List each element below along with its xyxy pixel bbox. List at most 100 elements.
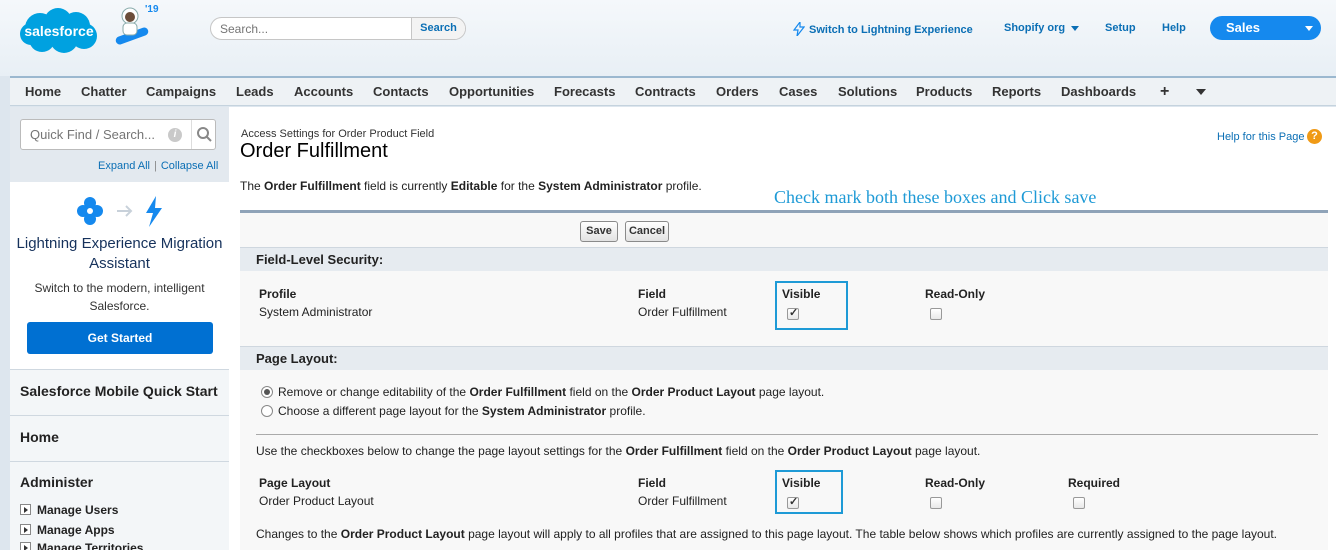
- mascot-badge: '19: [145, 4, 159, 15]
- visible-highlight-box: [775, 281, 848, 330]
- sidebar-item-label: Manage Apps: [37, 523, 115, 537]
- org-menu[interactable]: Shopify org: [1004, 22, 1080, 34]
- layout-name: Order Product Layout: [787, 444, 912, 458]
- layout-option-choose-label: Choose a different page layout for the S…: [278, 404, 646, 418]
- global-search: Search: [210, 17, 466, 40]
- sidebar-item-manage-territories[interactable]: Manage Territories: [20, 541, 143, 550]
- help-for-this-page-link[interactable]: Help for this Page: [1217, 131, 1304, 143]
- sidebar-home-link[interactable]: Home: [20, 429, 59, 445]
- tab-forecasts[interactable]: Forecasts: [554, 78, 615, 106]
- expand-all-link[interactable]: Expand All: [98, 160, 150, 172]
- text: Choose a different page layout for the: [278, 404, 482, 418]
- tab-all-tabs-plus[interactable]: +: [1160, 78, 1169, 106]
- collapse-all-link[interactable]: Collapse All: [161, 160, 218, 172]
- layout-visible-checkbox[interactable]: [787, 495, 799, 509]
- tab-chatter[interactable]: Chatter: [81, 78, 127, 106]
- mobile-quick-start-link[interactable]: Salesforce Mobile Quick Start: [20, 383, 218, 399]
- col-required: Required: [1068, 476, 1121, 490]
- search-button[interactable]: Search: [411, 18, 465, 39]
- text: profile.: [662, 179, 702, 193]
- col-field: Field: [638, 476, 667, 490]
- field-level-security-heading: Field-Level Security:: [240, 247, 1328, 271]
- tab-opportunities[interactable]: Opportunities: [449, 78, 534, 106]
- layout-name-value: Order Product Layout: [259, 494, 374, 508]
- text: profile.: [606, 404, 646, 418]
- tab-contacts[interactable]: Contacts: [373, 78, 429, 106]
- save-button[interactable]: Save: [580, 221, 618, 242]
- tab-dashboards[interactable]: Dashboards: [1061, 78, 1136, 106]
- divider: [256, 434, 1318, 435]
- migration-description: Switch to the modern, intelligent Salesf…: [34, 281, 205, 313]
- migration-title: Lightning Experience Migration Assistant: [16, 235, 223, 272]
- col-page-layout: Page Layout: [259, 476, 331, 490]
- sidebar-item-manage-apps[interactable]: Manage Apps: [20, 523, 115, 537]
- layout-required-checkbox[interactable]: [1073, 497, 1085, 509]
- sidebar-item-label: Manage Territories: [37, 541, 144, 550]
- help-icon[interactable]: ?: [1307, 129, 1322, 144]
- col-field: Field: [638, 287, 667, 301]
- page-layout-heading: Page Layout:: [240, 346, 1328, 370]
- layout-read-only-checkbox[interactable]: [930, 497, 942, 509]
- main-content: Access Settings for Order Product Field …: [229, 107, 1336, 550]
- administer-heading: Administer: [20, 474, 94, 490]
- visible-highlight-box: [775, 470, 843, 514]
- tab-cases[interactable]: Cases: [779, 78, 817, 106]
- logo-text: salesforce: [24, 23, 94, 39]
- switch-to-lightning-label: Switch to Lightning Experience: [809, 24, 973, 36]
- sidebar-item-manage-users[interactable]: Manage Users: [20, 503, 118, 517]
- sidebar-item-label: Manage Users: [37, 503, 119, 517]
- search-icon[interactable]: [191, 120, 216, 149]
- info-icon[interactable]: i: [168, 128, 182, 142]
- text: for the: [497, 179, 539, 193]
- field-value: Order Fulfillment: [638, 494, 727, 508]
- expand-icon: [20, 524, 31, 535]
- text: page layout.: [755, 385, 825, 399]
- profile-name: System Administrator: [538, 179, 663, 193]
- tab-overflow-chevron-down-icon[interactable]: [1196, 89, 1206, 95]
- expand-icon: [20, 504, 31, 515]
- tab-leads[interactable]: Leads: [236, 78, 274, 106]
- col-profile: Profile: [259, 287, 297, 301]
- fls-read-only-checkbox[interactable]: [930, 308, 942, 320]
- app-switcher-label: Sales: [1226, 20, 1260, 35]
- tab-accounts[interactable]: Accounts: [294, 78, 353, 106]
- sidebar-section-mobile: Salesforce Mobile Quick Start: [10, 369, 229, 415]
- layout-option-change-radio[interactable]: [261, 386, 273, 398]
- tab-reports[interactable]: Reports: [992, 78, 1041, 106]
- field-name: Order Fulfillment: [469, 385, 567, 399]
- fls-visible-checkbox[interactable]: [787, 306, 799, 320]
- text: Changes to the: [256, 527, 341, 541]
- tab-solutions[interactable]: Solutions: [838, 78, 897, 106]
- global-search-input[interactable]: [211, 18, 411, 39]
- text: The: [240, 179, 265, 193]
- switch-to-lightning-link[interactable]: Switch to Lightning Experience: [792, 20, 973, 37]
- text: field on the: [566, 385, 632, 399]
- expand-icon: [20, 542, 31, 550]
- layout-option-choose-radio[interactable]: [261, 405, 273, 417]
- tab-home[interactable]: Home: [25, 78, 61, 106]
- col-read-only: Read-Only: [925, 476, 986, 490]
- page-title: Order Fulfillment: [240, 140, 388, 162]
- help-link[interactable]: Help: [1162, 22, 1186, 34]
- profile-name: System Administrator: [481, 404, 607, 418]
- field-name: Order Fulfillment: [264, 179, 361, 193]
- salesforce-logo[interactable]: salesforce: [18, 6, 100, 54]
- org-menu-label: Shopify org: [1004, 22, 1066, 34]
- layout-name: Order Product Layout: [631, 385, 756, 399]
- migration-icon: [77, 196, 162, 227]
- field-name: Order Fulfillment: [625, 444, 723, 458]
- tab-contracts[interactable]: Contracts: [635, 78, 696, 106]
- chevron-down-icon: [1305, 26, 1313, 31]
- app-switcher[interactable]: Sales: [1210, 16, 1321, 40]
- field-status-text: The Order Fulfillment field is currently…: [240, 179, 702, 193]
- tab-campaigns[interactable]: Campaigns: [146, 78, 216, 106]
- link-separator: |: [153, 160, 157, 172]
- layout-instructions: Use the checkboxes below to change the p…: [256, 444, 980, 458]
- quick-find-input[interactable]: [21, 120, 171, 149]
- setup-link[interactable]: Setup: [1105, 22, 1136, 34]
- tab-orders[interactable]: Orders: [716, 78, 759, 106]
- sidebar-section-home: Home: [10, 415, 229, 461]
- get-started-button[interactable]: Get Started: [27, 322, 213, 354]
- tab-products[interactable]: Products: [916, 78, 972, 106]
- cancel-button[interactable]: Cancel: [625, 221, 669, 242]
